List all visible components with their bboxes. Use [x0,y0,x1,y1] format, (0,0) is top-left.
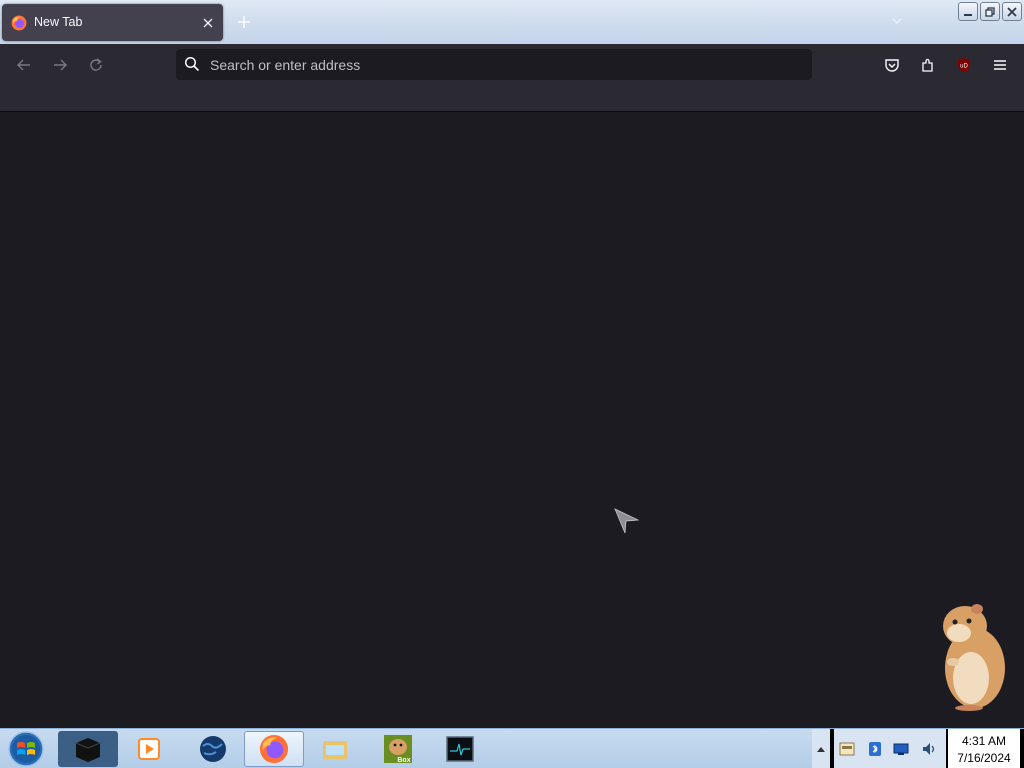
minimize-icon[interactable] [958,2,978,21]
url-bar[interactable] [176,49,812,80]
hamster-mascot-icon [943,604,1005,711]
monitor-icon [446,736,474,762]
ublock-origin-icon[interactable]: uD [952,53,976,77]
firefox-icon [11,15,27,31]
firefox-icon [259,734,289,764]
plus-icon[interactable] [235,13,253,31]
ublock-badge: uD [960,64,968,70]
forward-arrow-icon[interactable] [48,53,72,77]
address-input[interactable] [210,49,790,80]
terminal-icon [75,738,101,762]
file-explorer-icon [323,741,347,759]
menu-icon[interactable] [988,53,1012,77]
bookmarks-toolbar [0,86,1024,112]
page-content [0,113,1024,728]
pocket-icon[interactable] [880,53,904,77]
tab-new-tab[interactable]: New Tab [2,4,223,41]
restore-icon[interactable] [980,2,1000,21]
window-controls [958,2,1022,21]
navigation-toolbar: uD [0,44,1024,86]
box-game-label: Box [397,757,410,764]
tray-app-icon[interactable] [838,740,856,758]
tray-bluetooth-icon[interactable] [866,740,884,758]
back-arrow-icon[interactable] [12,53,36,77]
mouse-cursor-icon [614,508,640,534]
close-tab-icon[interactable] [199,14,217,32]
search-icon [184,56,200,72]
reload-icon[interactable] [84,53,108,77]
taskbar-clock[interactable]: 4:31 AM 7/16/2024 [948,729,1020,768]
taskbar: Box 4:31 AM 7/16/2024 [0,728,1024,768]
close-icon[interactable] [1002,2,1022,21]
taskbar-firefox[interactable] [244,731,304,767]
taskbar-monitor[interactable] [430,731,490,767]
taskbar-globe[interactable] [183,731,243,767]
show-hidden-icons-button[interactable] [812,729,830,768]
title-bar: New Tab [0,0,1024,44]
globe-icon [200,736,226,762]
tray-icons [834,729,946,768]
tray-volume-icon[interactable] [920,740,938,758]
start-button[interactable] [5,730,47,768]
extensions-icon[interactable] [916,53,940,77]
tray-network-icon[interactable] [892,740,910,758]
chevron-down-icon[interactable] [888,12,906,30]
clock-time: 4:31 AM [961,734,1007,748]
media-player-icon [138,738,160,760]
clock-date: 7/16/2024 [957,751,1011,765]
taskbar-file-explorer[interactable] [305,731,365,767]
system-tray: 4:31 AM 7/16/2024 [812,729,1024,768]
taskbar-terminal[interactable] [58,731,118,767]
taskbar-media-player[interactable] [118,731,178,767]
box-game-icon: Box [384,735,412,764]
tab-title: New Tab [34,15,83,29]
windows-logo-icon [8,731,44,767]
taskbar-box-game[interactable]: Box [368,731,428,767]
